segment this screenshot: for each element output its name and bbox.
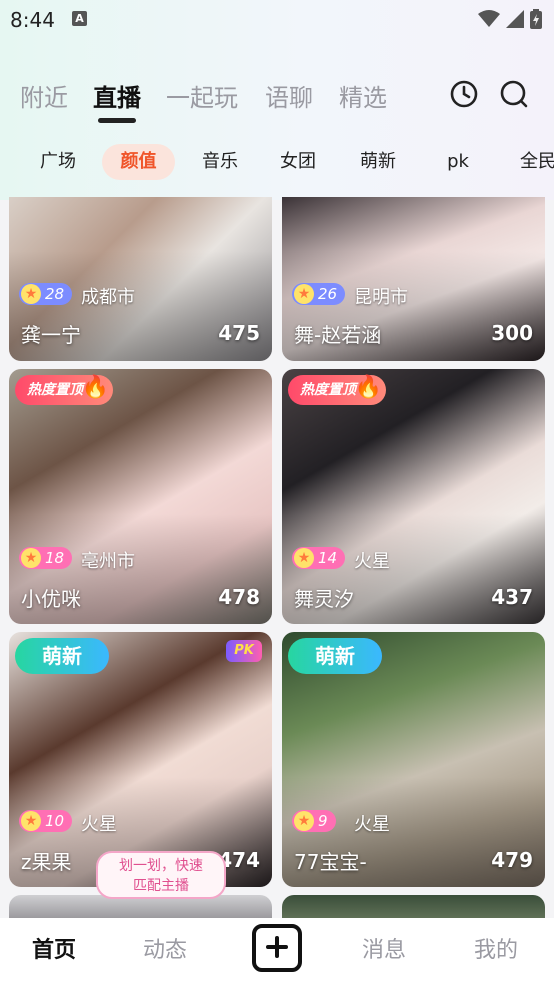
star-icon: ★ (21, 811, 41, 831)
city-label: 火星 (354, 551, 390, 572)
tab-featured[interactable]: 精选 (339, 78, 387, 113)
flame-icon: 🔥 (81, 375, 109, 400)
tab-live[interactable]: 直播 (93, 78, 141, 113)
level-badge: ★ 28 (19, 283, 73, 305)
battery-icon (530, 9, 542, 29)
viewer-count: 300 (491, 321, 533, 345)
category-all[interactable]: 全民 (510, 144, 554, 180)
city-label: 昆明市 (354, 287, 408, 308)
level-badge: ★ 14 (292, 547, 346, 569)
live-card[interactable]: 萌新 PK ★ 10 火星 z果果 474 (9, 632, 272, 887)
city-label: 火星 (81, 814, 117, 835)
city-label: 成都市 (81, 287, 135, 308)
live-card[interactable]: ★ 26 昆明市 舞-赵若涵 300 (282, 197, 545, 361)
nav-home[interactable]: 首页 (32, 932, 76, 964)
star-icon: ★ (294, 811, 314, 831)
status-icons (478, 9, 542, 29)
tab-nearby[interactable]: 附近 (20, 78, 68, 113)
search-icon[interactable] (498, 78, 530, 110)
swipe-match-tooltip[interactable]: 划一划，快速 匹配主播 (96, 851, 226, 899)
status-time: 8:44 (10, 8, 55, 32)
bottom-nav: 首页 动态 消息 我的 (0, 918, 554, 984)
viewer-count: 475 (218, 321, 260, 345)
wifi-icon (478, 10, 500, 27)
city-label: 亳州市 (81, 551, 135, 572)
viewer-count: 479 (491, 848, 533, 872)
hot-pin-badge: 热度置顶 🔥 (288, 375, 386, 405)
nav-feed[interactable]: 动态 (143, 932, 187, 964)
category-newbie[interactable]: 萌新 (350, 144, 406, 180)
tab-voice-chat[interactable]: 语聊 (265, 78, 313, 113)
live-card[interactable]: ★ 28 成都市 龚一宁 475 (9, 197, 272, 361)
viewer-count: 437 (491, 585, 533, 609)
newbie-badge: 萌新 (15, 638, 109, 674)
category-music[interactable]: 音乐 (192, 144, 248, 180)
streamer-name: 龚一宁 (21, 323, 81, 347)
star-icon: ★ (21, 548, 41, 568)
top-tabs: 附近 直播 一起玩 语聊 精选 (0, 72, 554, 128)
category-row: 广场 颜值 音乐 女团 萌新 pk 全民 (0, 144, 554, 180)
live-card[interactable]: 萌新 ★ 9 火星 77宝宝- 479 (282, 632, 545, 887)
category-looks[interactable]: 颜值 (102, 144, 175, 180)
pk-icon: PK (226, 640, 262, 662)
history-icon[interactable] (448, 78, 480, 110)
active-tab-indicator (98, 118, 136, 123)
streamer-name: 小优咪 (21, 587, 81, 611)
hot-pin-badge: 热度置顶 🔥 (15, 375, 113, 405)
tooltip-line1: 划一划，快速 (119, 858, 203, 874)
nav-me[interactable]: 我的 (474, 932, 518, 964)
category-girl-group[interactable]: 女团 (270, 144, 326, 180)
star-icon: ★ (294, 284, 314, 304)
create-button[interactable] (252, 924, 302, 972)
star-icon: ★ (294, 548, 314, 568)
notification-icon: A (72, 11, 87, 26)
live-card[interactable]: 热度置顶 🔥 ★ 18 亳州市 小优咪 478 (9, 369, 272, 624)
star-icon: ★ (21, 284, 41, 304)
tab-play-together[interactable]: 一起玩 (166, 78, 238, 113)
level-badge: ★ 10 (19, 810, 73, 832)
streamer-name: 舞灵汐 (294, 587, 354, 611)
newbie-badge: 萌新 (288, 638, 382, 674)
streamer-name: 舞-赵若涵 (294, 323, 382, 347)
nav-messages[interactable]: 消息 (362, 932, 406, 964)
signal-icon (506, 10, 524, 28)
category-square[interactable]: 广场 (30, 144, 86, 180)
viewer-count: 478 (218, 585, 260, 609)
status-bar: 8:44 A (0, 0, 554, 40)
level-badge: ★ 18 (19, 547, 73, 569)
city-label: 火星 (354, 814, 390, 835)
category-pk[interactable]: pk (436, 144, 480, 180)
level-badge: ★ 9 (292, 810, 336, 832)
streamer-name: z果果 (21, 850, 72, 874)
streamer-name: 77宝宝- (294, 850, 367, 874)
level-badge: ★ 26 (292, 283, 346, 305)
live-card[interactable]: 热度置顶 🔥 ★ 14 火星 舞灵汐 437 (282, 369, 545, 624)
flame-icon: 🔥 (354, 375, 382, 400)
tooltip-line2: 匹配主播 (133, 878, 189, 894)
